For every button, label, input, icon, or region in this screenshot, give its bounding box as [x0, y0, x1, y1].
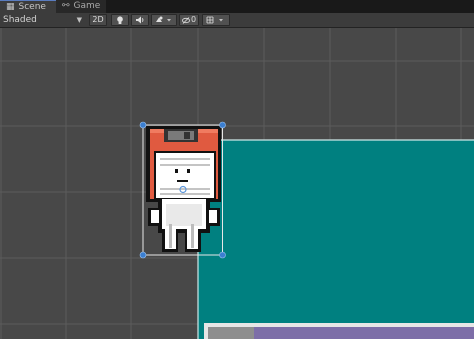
inner-panel-purple[interactable]: [254, 327, 474, 339]
handle-top-right[interactable]: [219, 121, 226, 129]
grid-snap-dropdown[interactable]: [202, 14, 230, 26]
handle-top-left[interactable]: [139, 121, 147, 129]
shading-mode-dropdown[interactable]: Shaded ▼: [2, 14, 85, 26]
lighting-toggle-button[interactable]: [111, 14, 129, 26]
scene-toolbar: Shaded ▼ 2D 0: [0, 13, 474, 28]
effects-dropdown-button[interactable]: [151, 14, 177, 26]
effects-icon: [156, 16, 171, 22]
tab-game[interactable]: ⚯ Game: [56, 0, 106, 13]
gizmo-count: 0: [190, 15, 197, 24]
inner-panel-gray: [208, 327, 254, 339]
grid-snap-icon: [206, 16, 223, 24]
scene-canvas[interactable]: [0, 28, 474, 339]
handle-bottom-right[interactable]: [219, 251, 226, 259]
tilemap-area[interactable]: [198, 140, 474, 339]
scene-view-viewport[interactable]: [0, 28, 474, 339]
toggle-2d-label: 2D: [92, 15, 104, 24]
floppy-disk-head: [146, 126, 221, 202]
tab-game-label: Game: [73, 1, 101, 11]
shading-mode-value: Shaded: [3, 15, 37, 25]
toggle-2d-button[interactable]: 2D: [89, 14, 107, 26]
hidden-objects-toggle[interactable]: 0: [179, 14, 199, 26]
handle-bottom-left[interactable]: [139, 251, 147, 259]
visibility-icon: [181, 16, 190, 24]
tab-scene[interactable]: ▦ Scene: [0, 0, 56, 13]
lightbulb-icon: [117, 15, 123, 24]
gamepad-icon: ⚯: [62, 1, 70, 11]
audio-toggle-button[interactable]: [131, 14, 149, 26]
tab-scene-label: Scene: [18, 1, 46, 12]
audio-speaker-icon: [136, 16, 144, 24]
dropdown-arrow-icon: ▼: [76, 16, 82, 24]
tab-strip: ▦ Scene ⚯ Game: [0, 0, 474, 13]
scene-icon: ▦: [6, 1, 15, 12]
